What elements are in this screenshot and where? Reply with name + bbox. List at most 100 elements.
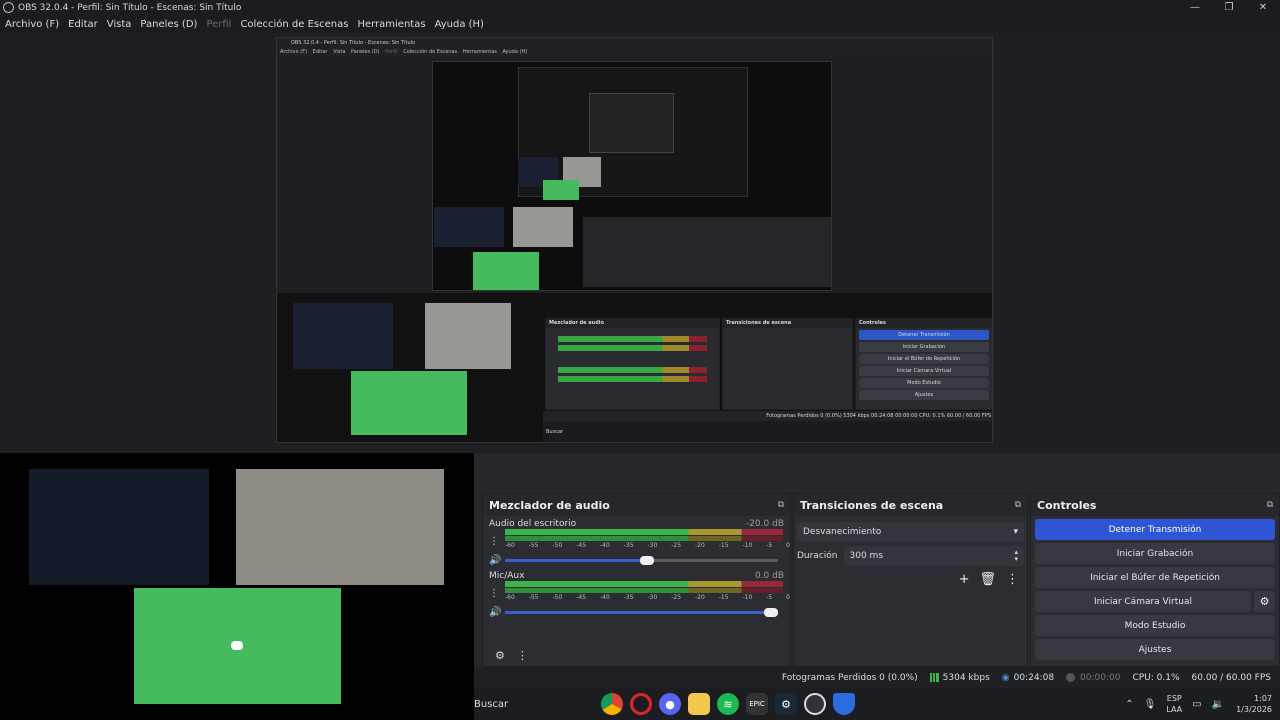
transition-select-value: Desvanecimiento — [803, 527, 882, 537]
channel-menu-icon[interactable]: ⋮ — [489, 536, 499, 547]
chevron-up-icon[interactable]: ⌃ — [1125, 699, 1133, 710]
obs-taskbar-icon[interactable] — [804, 693, 826, 715]
cpu-usage: CPU: 0.1% — [1132, 672, 1180, 683]
nested-menu-item: Perfil — [385, 49, 398, 55]
start-recording-button[interactable]: Iniciar Grabación — [1035, 543, 1275, 564]
nested-bottom-panel: Mezclador de audio Transiciones de escen… — [277, 293, 992, 442]
channel-menu-icon[interactable]: ⋮ — [489, 588, 499, 599]
tick-label: 0 — [786, 594, 790, 601]
record-icon — [1066, 673, 1076, 682]
volume-slider[interactable] — [505, 607, 778, 617]
clock[interactable]: 1:07 1/3/2026 — [1236, 693, 1272, 715]
trash-icon[interactable]: 🗑 — [979, 572, 996, 587]
tick-label: -15 — [718, 594, 729, 601]
nested-btn: Modo Estudio — [859, 378, 989, 388]
nested-meter — [558, 345, 707, 351]
gear-icon[interactable]: ⚙ — [1254, 591, 1275, 612]
tick-label: -40 — [600, 594, 610, 601]
float-dock-icon[interactable]: ⧉ — [1267, 500, 1273, 510]
windows-taskbar: Buscar ● ≋ EPIC ⚙ ⌃ 🎙 ESP LAA ▭ 🔉 1:07 1… — [474, 688, 1280, 720]
tick-label: -10 — [742, 542, 753, 549]
menu-ayuda[interactable]: Ayuda (H) — [435, 19, 484, 30]
channel-header: Audio del escritorio -20.0 dB — [489, 516, 784, 529]
preview-canvas[interactable]: OBS 32.0.4 - Perfil: Sin Título - Escena… — [0, 33, 1280, 492]
volume-slider[interactable] — [505, 555, 778, 565]
float-dock-icon[interactable]: ⧉ — [1015, 500, 1021, 510]
channel-db: 0.0 dB — [754, 571, 784, 581]
nested-cam-left-2 — [434, 207, 504, 247]
language-indicator[interactable]: ESP LAA — [1166, 693, 1182, 715]
slider-knob[interactable] — [640, 555, 654, 565]
more-menu-icon[interactable]: ⋮ — [1006, 572, 1019, 587]
discord-icon — [231, 641, 243, 650]
monitor-icon[interactable]: ▭ — [1192, 699, 1201, 710]
taskbar-apps: ● ≋ EPIC ⚙ — [601, 693, 862, 715]
steam-icon[interactable]: ⚙ — [775, 693, 797, 715]
menu-vista[interactable]: Vista — [107, 19, 132, 30]
spinner-icon[interactable]: ▴ ▾ — [1014, 549, 1018, 563]
nested-meter — [558, 367, 707, 373]
volume-icon[interactable]: 🔉 — [1212, 699, 1224, 710]
spotify-icon[interactable]: ≋ — [717, 693, 739, 715]
transition-select[interactable]: Desvanecimiento ▾ — [797, 522, 1024, 542]
menu-coleccion-escenas[interactable]: Colección de Escenas — [240, 19, 348, 30]
title-bar: OBS 32.0.4 - Perfil: Sin Título - Escena… — [0, 0, 1280, 15]
nested-transitions-title: Transiciones de escena — [723, 319, 852, 328]
folder-icon[interactable] — [688, 693, 710, 715]
taskbar-search[interactable]: Buscar — [474, 688, 596, 720]
start-virtual-camera-button[interactable]: Iniciar Cámara Virtual — [1035, 591, 1251, 612]
nested-menu-item: Editar — [312, 49, 328, 55]
close-button[interactable]: ✕ — [1246, 0, 1280, 15]
duration-field[interactable]: 300 ms ▴ ▾ — [843, 546, 1024, 566]
menu-paneles[interactable]: Paneles (D) — [140, 19, 197, 30]
nested-obs-capture: OBS 32.0.4 - Perfil: Sin Título - Escena… — [276, 37, 993, 443]
nested-cam-right-2 — [513, 207, 573, 247]
program-output — [0, 453, 474, 720]
tick-label: -55 — [528, 594, 539, 601]
settings-button[interactable]: Ajustes — [1035, 639, 1275, 660]
start-replay-buffer-button[interactable]: Iniciar el Búfer de Repetición — [1035, 567, 1275, 588]
shield-icon[interactable] — [833, 693, 855, 715]
epic-games-icon[interactable]: EPIC — [746, 693, 768, 715]
float-dock-icon[interactable]: ⧉ — [778, 500, 784, 510]
nested-program-cam-right — [425, 303, 511, 369]
nested-menu-item: Archivo (F) — [280, 49, 308, 55]
discord-taskbar-icon[interactable]: ● — [659, 693, 681, 715]
menu-herramientas[interactable]: Herramientas — [357, 19, 425, 30]
menu-archivo[interactable]: Archivo (F) — [5, 19, 59, 30]
channel-db: -20.0 dB — [745, 519, 784, 529]
slider-knob[interactable] — [764, 607, 778, 617]
advanced-audio-icon[interactable]: ⚙ — [495, 649, 505, 662]
bitrate-text: 5304 kbps — [942, 672, 990, 683]
opera-icon[interactable] — [630, 693, 652, 715]
lang-top: ESP — [1166, 694, 1182, 703]
studio-mode-button[interactable]: Modo Estudio — [1035, 615, 1275, 636]
microphone-icon[interactable]: 🎙 — [1144, 699, 1157, 710]
minimize-button[interactable]: — — [1178, 0, 1212, 15]
stream-timer: ◉ 00:24:08 — [1002, 673, 1054, 683]
tick-label: -5 — [766, 542, 773, 549]
maximize-button[interactable]: ❐ — [1212, 0, 1246, 15]
meter-bar — [505, 581, 783, 587]
speaker-icon[interactable]: 🔊 — [489, 607, 505, 618]
chrome-icon[interactable] — [601, 693, 623, 715]
tick-label: -20 — [695, 542, 705, 549]
channel-name: Mic/Aux — [489, 571, 525, 581]
nested-level-4 — [589, 93, 674, 153]
mixer-menu-icon[interactable]: ⋮ — [517, 649, 528, 662]
menu-editar[interactable]: Editar — [68, 19, 98, 30]
add-icon[interactable]: + — [959, 572, 970, 587]
stream-time: 00:24:08 — [1013, 672, 1055, 683]
nested-status: Fotogramas Perdidos 0 (0.0%) 5304 kbps 0… — [543, 411, 992, 421]
speaker-icon[interactable]: 🔊 — [489, 555, 505, 566]
nested-meter — [558, 376, 707, 382]
controls-dock: Controles ⧉ Detener Transmisión Iniciar … — [1030, 493, 1280, 667]
audio-mixer-dock: Mezclador de audio ⧉ Audio del escritori… — [482, 493, 791, 667]
tick-label: -25 — [671, 542, 682, 549]
nested-menu-item: Ayuda (H) — [502, 49, 528, 55]
stop-stream-button[interactable]: Detener Transmisión — [1035, 519, 1275, 540]
nested-menu-item: Vista — [333, 49, 346, 55]
tick-label: -20 — [695, 594, 705, 601]
tick-label: -10 — [742, 594, 753, 601]
window-controls: — ❐ ✕ — [1178, 0, 1280, 15]
